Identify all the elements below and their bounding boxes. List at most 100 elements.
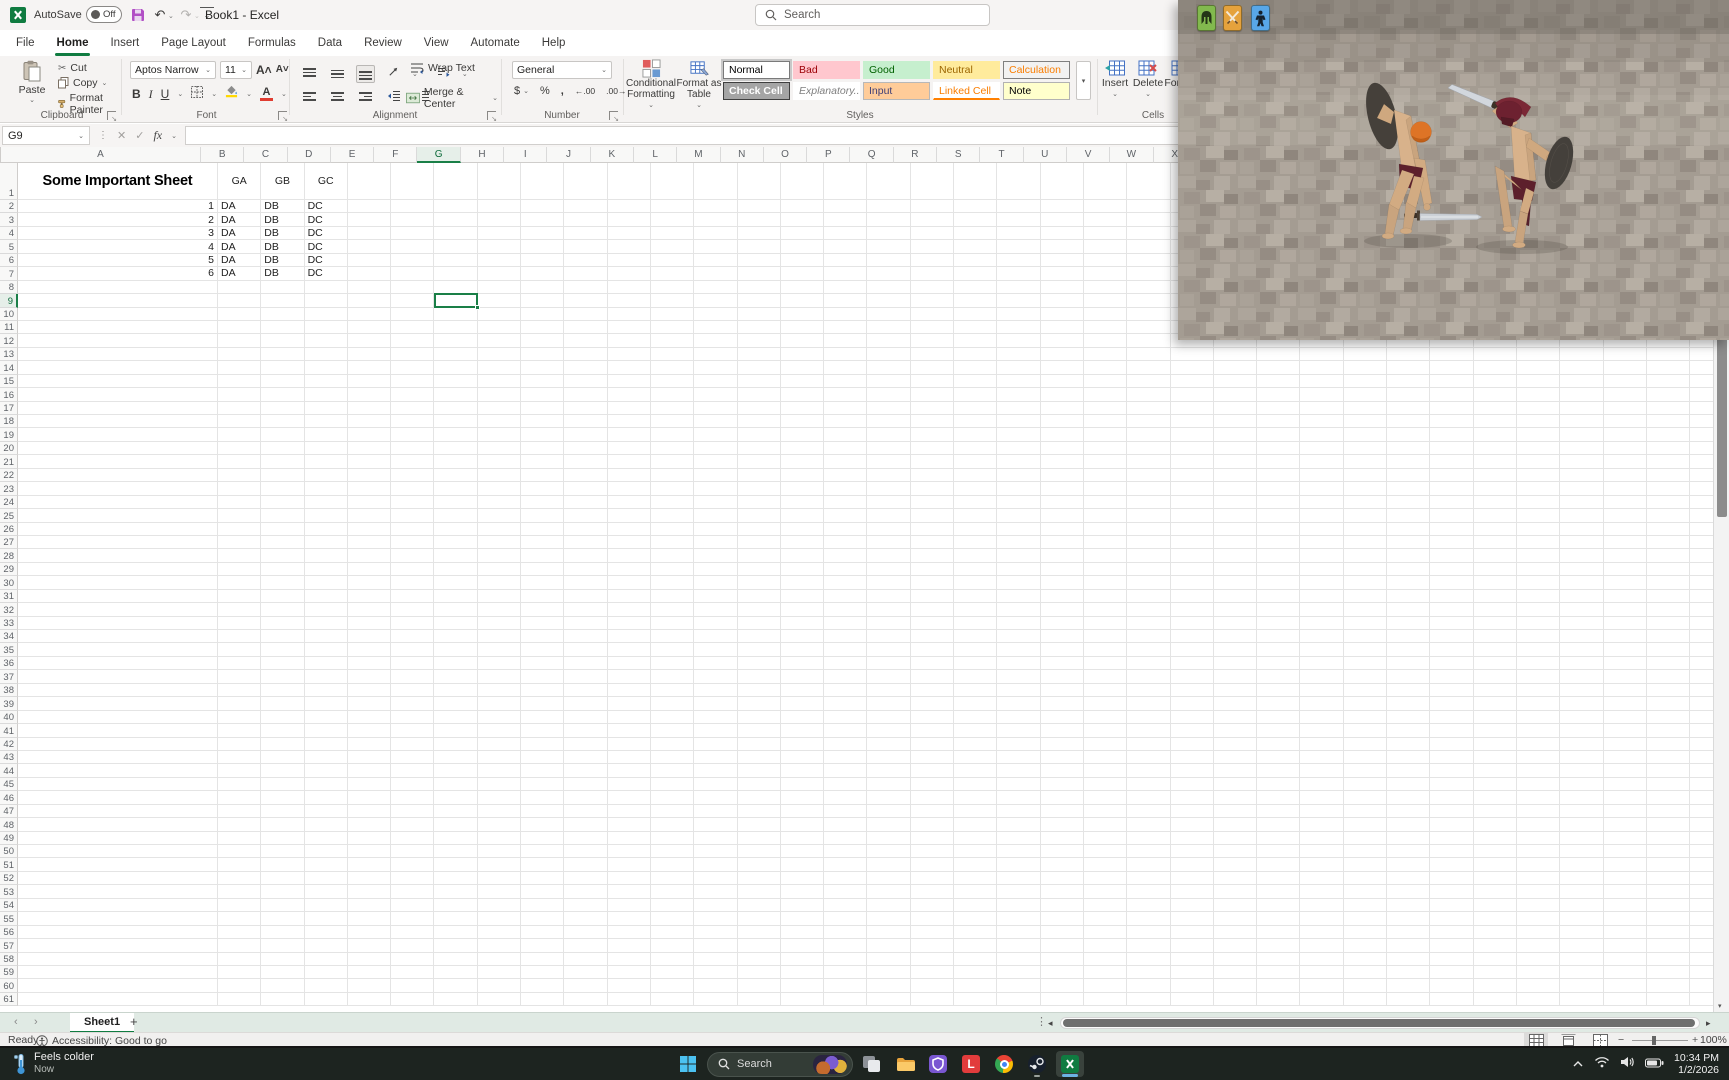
- cell-X28[interactable]: [1171, 549, 1214, 562]
- cell-D43[interactable]: [305, 751, 348, 764]
- cell-AG50[interactable]: [1560, 845, 1603, 858]
- cell-AB28[interactable]: [1344, 549, 1387, 562]
- cell-AH30[interactable]: [1604, 576, 1647, 589]
- weather-widget[interactable]: Feels colder Now: [12, 1051, 94, 1076]
- cell-T16[interactable]: [997, 388, 1040, 401]
- cell-K61[interactable]: [608, 993, 651, 1006]
- cell-V43[interactable]: [1084, 751, 1127, 764]
- cell-AH54[interactable]: [1604, 899, 1647, 912]
- cell-M48[interactable]: [694, 818, 737, 831]
- cell-AI35[interactable]: [1647, 643, 1690, 656]
- cell-M33[interactable]: [694, 617, 737, 630]
- cell-Z17[interactable]: [1257, 402, 1300, 415]
- cell-S16[interactable]: [954, 388, 997, 401]
- cell-O31[interactable]: [781, 590, 824, 603]
- cell-S30[interactable]: [954, 576, 997, 589]
- cell-O60[interactable]: [781, 979, 824, 992]
- cell-I27[interactable]: [521, 536, 564, 549]
- cell-C61[interactable]: [261, 993, 304, 1006]
- cell-AD29[interactable]: [1430, 563, 1473, 576]
- cell-AE41[interactable]: [1474, 724, 1517, 737]
- cell-X31[interactable]: [1171, 590, 1214, 603]
- cell-A48[interactable]: [18, 818, 218, 831]
- cell-AG57[interactable]: [1560, 939, 1603, 952]
- cell-AJ33[interactable]: [1690, 617, 1713, 630]
- cell-Q51[interactable]: [867, 858, 910, 871]
- cell-Q28[interactable]: [867, 549, 910, 562]
- cell-AC56[interactable]: [1387, 926, 1430, 939]
- cell-R44[interactable]: [911, 764, 954, 777]
- cell-Q17[interactable]: [867, 402, 910, 415]
- cell-X40[interactable]: [1171, 711, 1214, 724]
- cell-AH57[interactable]: [1604, 939, 1647, 952]
- cell-X56[interactable]: [1171, 926, 1214, 939]
- cell-B28[interactable]: [218, 549, 261, 562]
- cell-P25[interactable]: [824, 509, 867, 522]
- cell-M17[interactable]: [694, 402, 737, 415]
- cell-AI40[interactable]: [1647, 711, 1690, 724]
- insert-cells-button[interactable]: Insert ⌄: [1100, 60, 1130, 98]
- cell-A39[interactable]: [18, 697, 218, 710]
- cell-AC45[interactable]: [1387, 778, 1430, 791]
- cell-A13[interactable]: [18, 348, 218, 361]
- cell-AE42[interactable]: [1474, 738, 1517, 751]
- cell-AH32[interactable]: [1604, 603, 1647, 616]
- cell-style-bad[interactable]: Bad: [793, 61, 860, 79]
- cell-AI52[interactable]: [1647, 872, 1690, 885]
- zoom-level[interactable]: 100%: [1700, 1034, 1727, 1046]
- cell-J1[interactable]: [564, 163, 607, 200]
- italic-button[interactable]: I: [149, 87, 153, 102]
- cell-P60[interactable]: [824, 979, 867, 992]
- font-name-select[interactable]: Aptos Narrow⌄: [130, 61, 216, 79]
- cell-E41[interactable]: [348, 724, 391, 737]
- format-as-table-button[interactable]: Format as Table ⌄: [674, 59, 724, 111]
- decrease-decimal-button[interactable]: .00→: [606, 86, 626, 96]
- top-align-button[interactable]: [300, 65, 319, 83]
- cell-AA16[interactable]: [1300, 388, 1343, 401]
- cell-AD19[interactable]: [1430, 428, 1473, 441]
- cell-G30[interactable]: [434, 576, 477, 589]
- zoom-out-button[interactable]: −: [1618, 1034, 1624, 1046]
- cell-AF24[interactable]: [1517, 496, 1560, 509]
- cell-T24[interactable]: [997, 496, 1040, 509]
- cell-style-calculation[interactable]: Calculation: [1003, 61, 1070, 79]
- cell-AH55[interactable]: [1604, 912, 1647, 925]
- cell-W12[interactable]: [1127, 334, 1170, 347]
- cell-AE38[interactable]: [1474, 684, 1517, 697]
- cell-F17[interactable]: [391, 402, 434, 415]
- cell-U30[interactable]: [1041, 576, 1084, 589]
- accounting-dropdown-icon[interactable]: ⌄: [523, 87, 529, 95]
- cell-J13[interactable]: [564, 348, 607, 361]
- cell-G10[interactable]: [434, 308, 477, 321]
- cell-Y55[interactable]: [1214, 912, 1257, 925]
- cell-F55[interactable]: [391, 912, 434, 925]
- cell-B34[interactable]: [218, 630, 261, 643]
- cell-AH18[interactable]: [1604, 415, 1647, 428]
- cell-Z46[interactable]: [1257, 791, 1300, 804]
- cell-AG53[interactable]: [1560, 885, 1603, 898]
- cell-P27[interactable]: [824, 536, 867, 549]
- cell-R16[interactable]: [911, 388, 954, 401]
- cell-AB41[interactable]: [1344, 724, 1387, 737]
- cell-X18[interactable]: [1171, 415, 1214, 428]
- tab-home[interactable]: Home: [47, 32, 99, 56]
- cell-P43[interactable]: [824, 751, 867, 764]
- cell-O15[interactable]: [781, 375, 824, 388]
- cell-Y37[interactable]: [1214, 670, 1257, 683]
- cell-Z29[interactable]: [1257, 563, 1300, 576]
- cell-AH22[interactable]: [1604, 469, 1647, 482]
- cell-AD53[interactable]: [1430, 885, 1473, 898]
- cell-V1[interactable]: [1084, 163, 1127, 200]
- cell-AE30[interactable]: [1474, 576, 1517, 589]
- cell-L28[interactable]: [651, 549, 694, 562]
- cell-U3[interactable]: [1041, 213, 1084, 226]
- cell-S5[interactable]: [954, 240, 997, 253]
- cell-B46[interactable]: [218, 791, 261, 804]
- cell-F47[interactable]: [391, 805, 434, 818]
- cell-C1[interactable]: GB: [261, 163, 304, 200]
- cell-H35[interactable]: [478, 643, 521, 656]
- cell-Z25[interactable]: [1257, 509, 1300, 522]
- cell-I16[interactable]: [521, 388, 564, 401]
- cell-AC59[interactable]: [1387, 966, 1430, 979]
- undo-dropdown-icon[interactable]: ⌄: [168, 12, 174, 20]
